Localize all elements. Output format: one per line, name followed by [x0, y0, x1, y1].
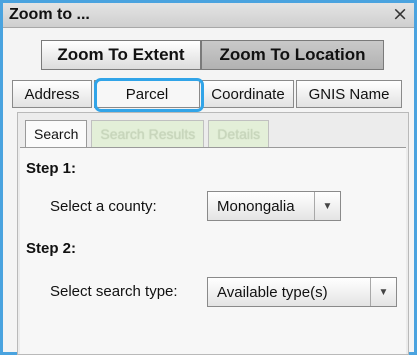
search-form: Step 1: Select a county: Monongalia ▼ St…: [20, 147, 406, 354]
zoom-to-extent-button[interactable]: Zoom To Extent: [41, 40, 201, 70]
parcel-panel: Search Search Results Details Step 1: Se…: [17, 112, 409, 355]
county-select[interactable]: Monongalia ▼: [207, 191, 341, 221]
tab-search[interactable]: Search: [25, 120, 88, 148]
step-1-heading: Step 1:: [26, 160, 77, 177]
tab-coordinate[interactable]: Coordinate: [202, 80, 294, 108]
tab-details[interactable]: Details: [208, 120, 270, 148]
zoom-to-location-button[interactable]: Zoom To Location: [201, 40, 384, 70]
chevron-down-icon: ▼: [370, 278, 396, 306]
county-label: Select a county:: [50, 198, 157, 215]
parcel-tab-highlight: [94, 78, 204, 112]
tab-search-results[interactable]: Search Results: [91, 120, 205, 148]
dialog-title: Zoom to ...: [9, 6, 90, 23]
title-bar: Zoom to ... ×: [3, 3, 414, 28]
search-tabs: Search Search Results Details: [25, 120, 273, 148]
county-select-value: Monongalia: [217, 197, 295, 215]
zoom-mode-buttons: Zoom To Extent Zoom To Location: [41, 40, 384, 70]
search-type-label: Select search type:: [50, 283, 178, 300]
tab-address[interactable]: Address: [12, 80, 92, 108]
step-2-heading: Step 2:: [26, 240, 77, 257]
tab-gnis-name[interactable]: GNIS Name: [296, 80, 402, 108]
search-type-select[interactable]: Available type(s) ▼: [207, 277, 397, 307]
chevron-down-icon: ▼: [314, 192, 340, 220]
close-icon[interactable]: ×: [392, 4, 408, 24]
location-tabs: Address Parcel Coordinate GNIS Name: [12, 80, 404, 108]
search-type-select-value: Available type(s): [217, 283, 328, 301]
